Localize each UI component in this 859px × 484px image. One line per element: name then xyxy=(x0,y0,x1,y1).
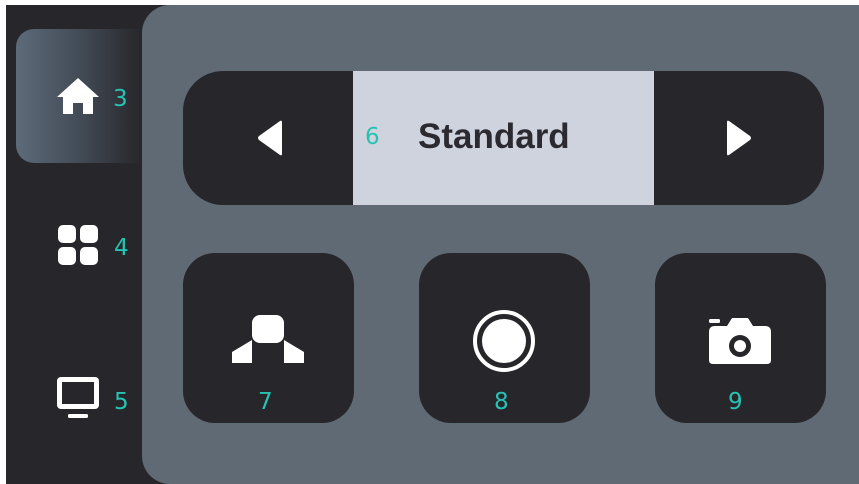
camera-icon xyxy=(709,318,771,364)
previous-mode-button[interactable] xyxy=(183,71,353,205)
record-circle-icon xyxy=(473,310,535,372)
sidebar-item-display[interactable]: 5 xyxy=(16,323,142,457)
mode-display: 6 Standard xyxy=(353,71,654,205)
sidebar-item-apps[interactable]: 4 xyxy=(16,175,142,309)
triangle-right-icon xyxy=(727,120,751,156)
grid-icon xyxy=(58,225,98,265)
sidebar-apps-badge: 4 xyxy=(114,235,129,261)
main-panel: 6 Standard 7 8 9 xyxy=(142,5,859,484)
sidebar-display-badge: 5 xyxy=(114,389,129,415)
sidebar-item-home[interactable]: 3 xyxy=(16,29,142,163)
camera-tile-badge: 9 xyxy=(728,389,743,415)
shapes-tile-badge: 7 xyxy=(258,389,273,415)
sidebar-home-badge: 3 xyxy=(113,86,128,112)
record-tile-button[interactable]: 8 xyxy=(419,253,590,423)
record-tile-badge: 8 xyxy=(494,389,509,415)
object-shapes-icon xyxy=(232,315,304,363)
next-mode-button[interactable] xyxy=(654,71,824,205)
monitor-icon xyxy=(57,377,99,418)
mode-badge: 6 xyxy=(365,124,380,150)
mode-name: Standard xyxy=(418,117,570,156)
sidebar: 3 4 5 xyxy=(6,5,142,484)
home-icon xyxy=(57,78,99,114)
triangle-left-icon xyxy=(258,120,282,156)
device-screen: 3 4 5 6 Standard 7 8 9 xyxy=(6,5,859,484)
mode-selector: 6 Standard xyxy=(183,71,824,205)
shapes-tile-button[interactable]: 7 xyxy=(183,253,354,423)
camera-tile-button[interactable]: 9 xyxy=(655,253,826,423)
